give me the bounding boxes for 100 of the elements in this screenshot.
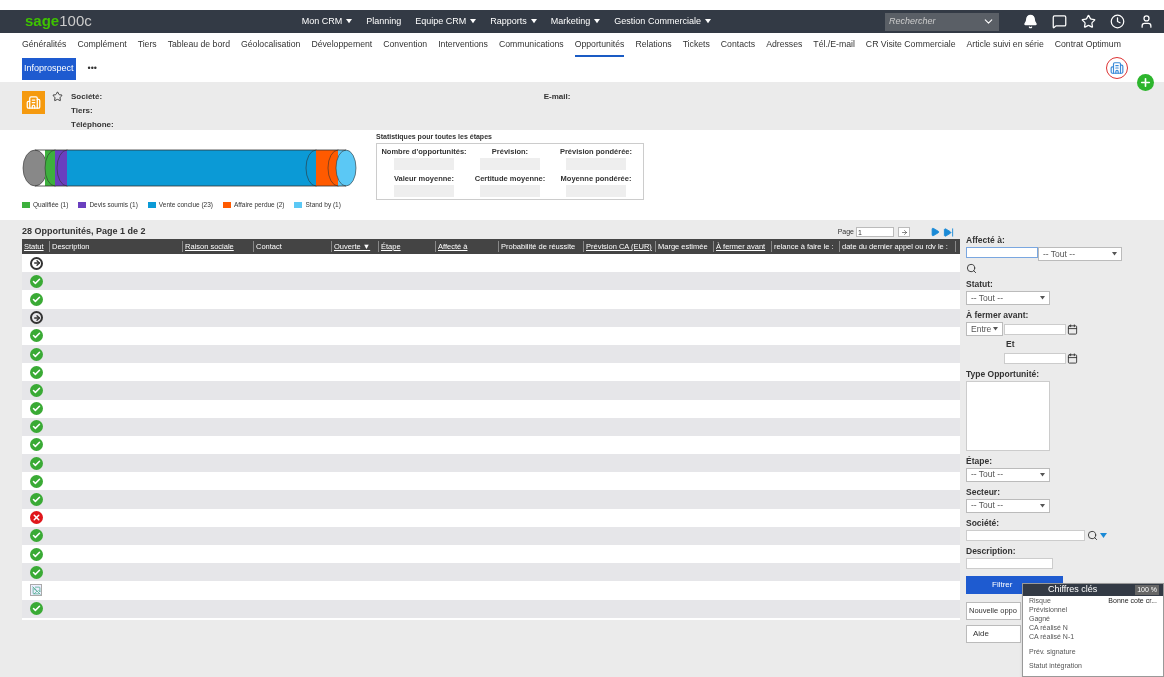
tab[interactable]: Complément [77,37,127,57]
subtab[interactable]: ••• [85,58,99,80]
menu-item[interactable]: Rapports [490,14,537,29]
tab[interactable]: Contacts [720,37,756,57]
field-label: E-mail: [543,91,571,103]
table-row[interactable] [22,381,960,400]
check-icon [30,365,43,379]
check-icon [30,529,43,543]
filter-label: Statut: [966,279,994,289]
dropdown-arrow-icon [704,19,711,24]
check-icon [30,456,43,470]
stat-value-field [480,185,540,198]
add-button[interactable] [1137,74,1154,91]
chat-icon[interactable] [1052,14,1067,29]
tab[interactable]: Adresses [766,37,803,57]
type-listbox[interactable] [966,380,1050,451]
table-row[interactable] [22,490,960,509]
user-icon[interactable] [1139,14,1154,29]
check-icon [30,402,43,416]
results-summary: 28 Opportunités, Page 1 de 2 [22,225,146,239]
field-label: Téléphone: [71,119,114,131]
assignee-input[interactable] [966,247,1038,258]
go-button[interactable] [898,227,910,237]
filter-label: À fermer avant: [966,310,1030,320]
menu-item[interactable]: Gestion Commerciale [614,14,711,29]
check-icon [30,420,43,434]
menu-item[interactable]: Mon CRM [301,14,353,29]
search-icon[interactable] [1087,529,1098,541]
filter-label: Étape: [966,455,993,466]
dropdown-arrow-icon [1100,532,1107,538]
table-row[interactable] [22,454,960,473]
tab[interactable]: Convention [383,37,428,57]
tab[interactable]: Interventions [438,37,488,57]
check-icon [30,547,43,561]
table-row[interactable] [22,563,960,582]
company-input[interactable] [966,529,1085,541]
dropdown-arrow-icon [346,19,353,24]
dropdown-arrow-icon [594,19,601,24]
bell-icon[interactable] [1023,14,1038,29]
menu-item[interactable]: Planning [366,14,402,29]
search-field[interactable]: Rechercher [885,12,999,31]
date-input[interactable] [1004,352,1066,364]
company-icon [22,91,45,114]
table-row[interactable] [22,272,960,291]
dropdown-arrow-icon [1112,252,1117,256]
tab[interactable]: Géolocalisation [241,37,301,57]
menu-item[interactable]: Marketing [550,14,601,29]
tab[interactable]: CR Visite Commerciale [865,37,956,57]
dropdown-arrow-icon [1040,473,1045,477]
check-icon [30,474,43,488]
description-input[interactable] [966,557,1053,569]
dropdown-arrow-icon [470,19,477,24]
tab[interactable]: Contrat Optimum [1054,37,1121,57]
stat-value-field [394,185,454,198]
check-icon [30,274,43,288]
search-icon[interactable] [966,263,977,274]
select-field[interactable]: Entre [966,322,1003,336]
filter-label: Secteur: [966,486,1001,497]
tab[interactable]: Article suivi en série [966,37,1044,57]
arrow-right-icon [900,228,908,236]
select-field[interactable]: -- Tout -- [966,291,1050,305]
star-icon[interactable] [1081,14,1096,29]
clock-icon[interactable] [1110,14,1125,29]
tab[interactable]: Tiers [137,37,157,57]
stat-value-field [566,185,626,198]
calendar-icon[interactable] [1067,352,1078,364]
subtab[interactable]: Infoprospect [22,58,76,80]
dropdown-arrow-icon [1040,504,1045,508]
tab[interactable]: Opportunités [574,37,625,57]
menu-item[interactable]: Equipe CRM [415,14,477,29]
tab[interactable]: Tickets [682,37,710,57]
select-field[interactable]: -- Tout -- [1038,247,1122,261]
tab[interactable]: Relations [635,37,672,57]
check-icon [30,438,43,452]
dropdown-arrow-icon [993,327,998,331]
tab[interactable]: Communications [498,37,564,57]
tab[interactable]: Tél./E-mail [813,37,855,57]
favorite-icon[interactable] [52,91,63,102]
check-icon [30,602,43,616]
date-input[interactable] [1004,323,1066,335]
filter-label: Type Opportunité: [966,368,1041,379]
last-page-icon[interactable] [943,226,954,238]
filter-label: Société: [966,517,1001,528]
dropdown-arrow-icon [1040,296,1045,300]
check-icon [30,347,43,361]
field-label: Société: [71,91,104,103]
calendar-icon[interactable] [1067,323,1078,335]
tab[interactable]: Développement [311,37,373,57]
broken-image-icon [30,584,42,597]
help-button[interactable]: Aide [966,624,1021,643]
select-field[interactable]: -- Tout -- [966,467,1050,482]
select-field[interactable]: -- Tout -- [966,498,1050,513]
tab[interactable]: Tableau de bord [167,37,230,57]
tab[interactable]: Généralités [22,37,67,57]
check-icon [30,493,43,507]
check-icon [30,383,43,397]
filter-label: Et [1006,338,1016,351]
check-icon [30,292,43,306]
next-page-icon[interactable] [930,227,940,237]
error-icon [30,511,43,525]
